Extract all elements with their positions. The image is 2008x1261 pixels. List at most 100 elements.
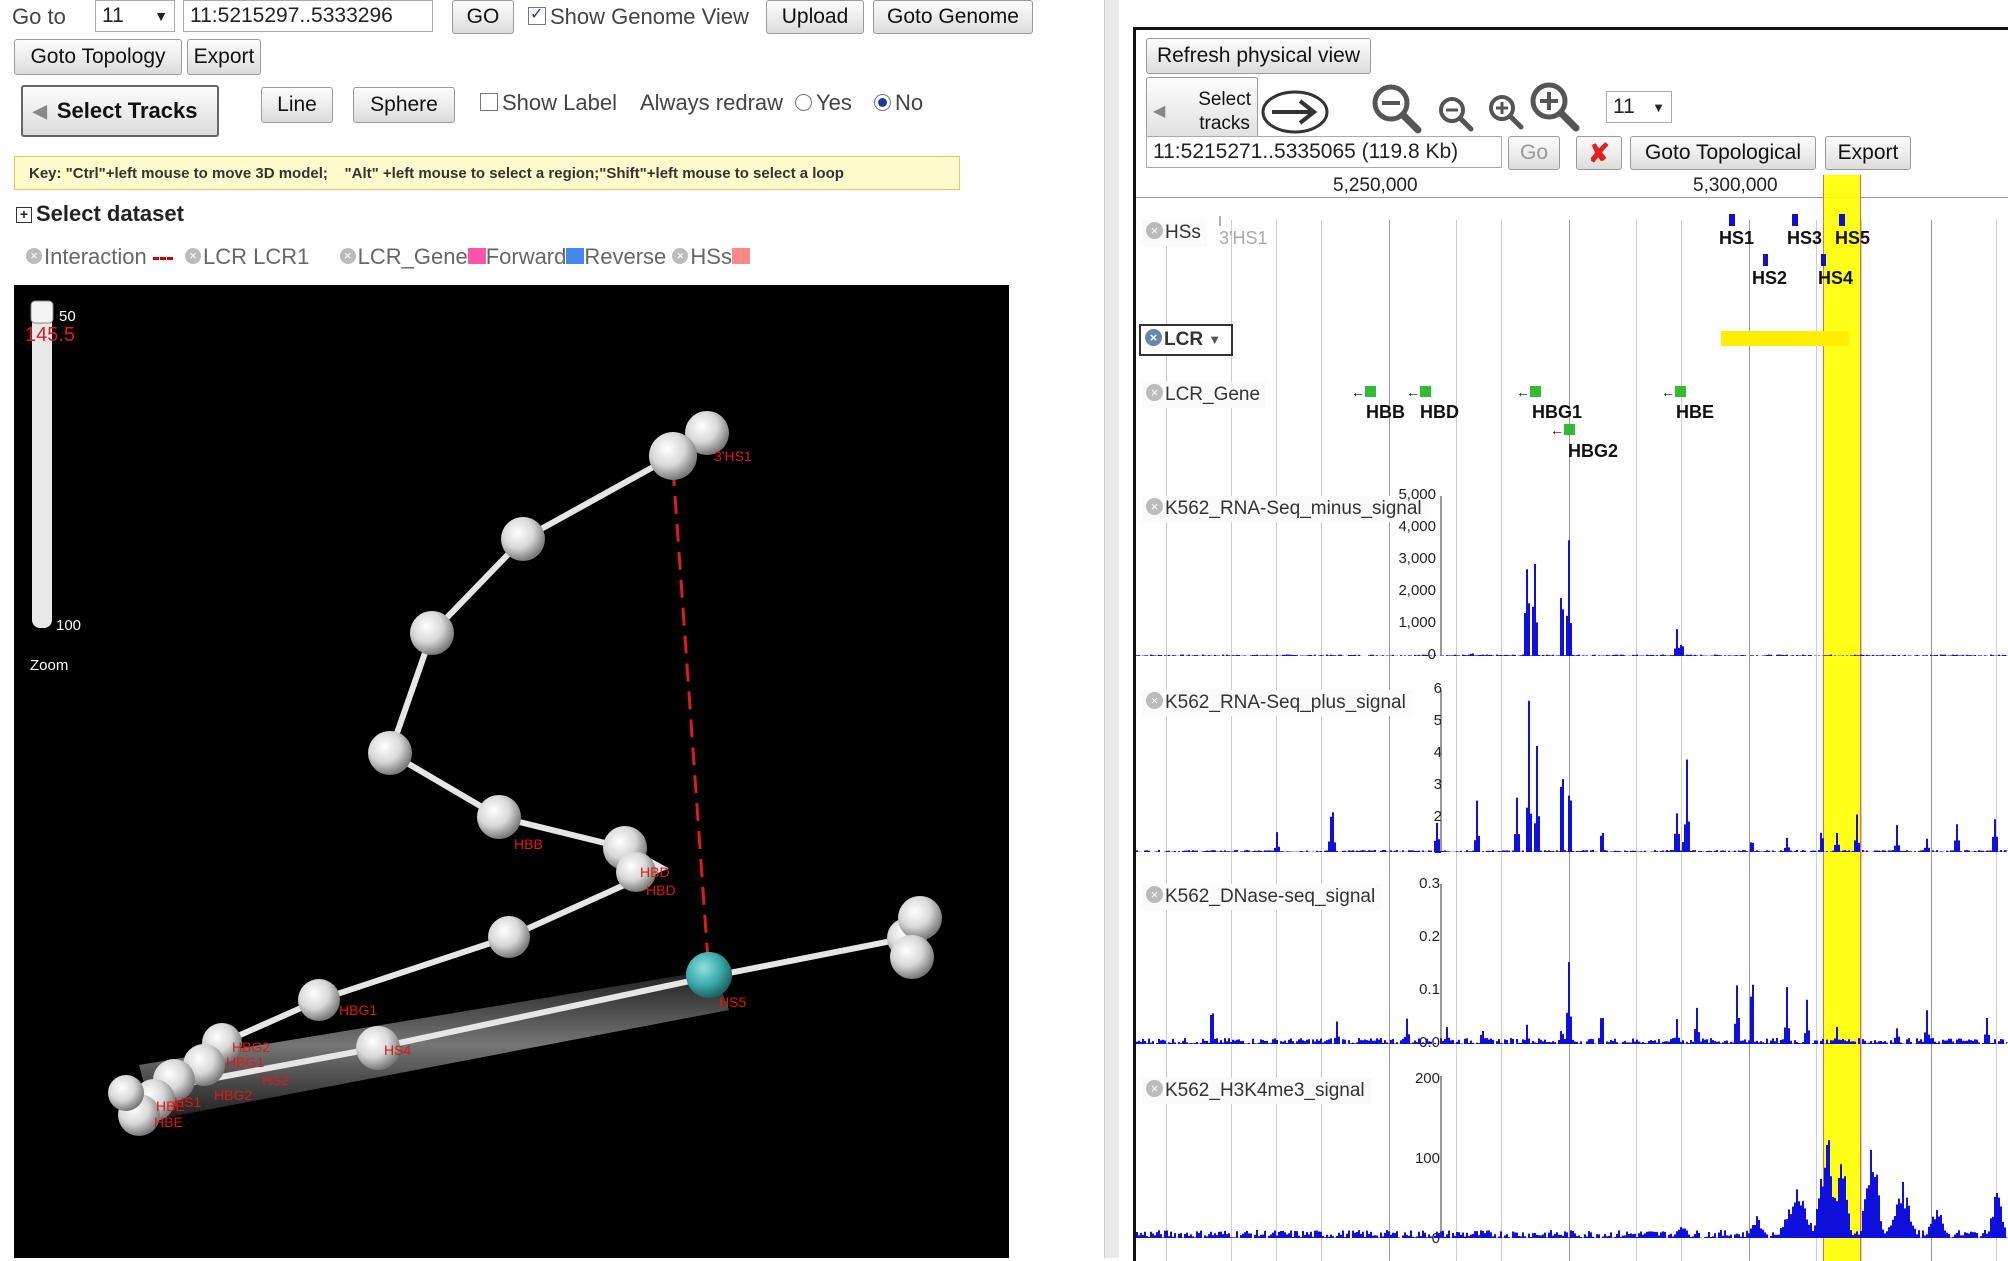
zoom-in-large-icon[interactable] xyxy=(1528,80,1582,134)
coord-input[interactable]: 11:5215297..5333296 xyxy=(183,0,433,32)
gene-label: HBD xyxy=(1420,402,1459,422)
key-hint: Key: "Ctrl"+left mouse to move 3D model;… xyxy=(14,156,960,190)
legend-hss-label: HSs xyxy=(690,244,732,269)
bead-label: HS5 xyxy=(719,994,746,1010)
genome-chrom-value: 11 xyxy=(1613,95,1635,118)
go-button[interactable]: GO xyxy=(452,0,514,34)
track-label-hss[interactable]: × HSs xyxy=(1142,220,1207,246)
goto-topology-button[interactable]: Goto Topology xyxy=(14,39,182,75)
bead-label: HBG1 xyxy=(339,1002,377,1018)
interaction-line xyxy=(671,467,711,976)
chevron-down-icon[interactable]: ▼ xyxy=(1208,332,1221,347)
track-label-rna-plus[interactable]: × K562_RNA-Seq_plus_signal xyxy=(1142,690,1412,716)
track-label-dnase[interactable]: × K562_DNase-seq_signal xyxy=(1142,884,1382,910)
refresh-physical-view-button[interactable]: Refresh physical view xyxy=(1146,38,1371,74)
zoom-label: Zoom xyxy=(30,657,68,674)
line-button[interactable]: Line xyxy=(261,87,333,123)
zoom-slider-track[interactable] xyxy=(32,305,52,628)
select-dataset-title: Select dataset xyxy=(36,201,184,226)
legend-lcr-gene-label: LCR_Gene xyxy=(357,244,468,269)
track-label-h3k4me3[interactable]: × K562_H3K4me3_signal xyxy=(1142,1078,1371,1104)
hss-swatch xyxy=(731,248,750,265)
clear-button[interactable]: ✘ xyxy=(1576,136,1622,170)
show-label-text: Show Label xyxy=(502,90,617,115)
remove-lcr-gene-icon[interactable]: × xyxy=(339,248,356,265)
remove-track-icon[interactable]: × xyxy=(1146,498,1163,516)
show-label-option[interactable]: Show Label xyxy=(480,90,617,116)
remove-track-icon[interactable]: × xyxy=(1146,1080,1163,1098)
dnase-signal-area xyxy=(1136,962,2008,1044)
model-3d[interactable]: 3'HS1 HBB HBD HBD HBG1 HBG2 HBG1 HBG2 HS… xyxy=(14,285,1009,1258)
redraw-no-radio[interactable] xyxy=(874,93,891,111)
show-genome-view-label: Show Genome View xyxy=(550,4,749,29)
expand-icon[interactable]: + xyxy=(16,207,32,223)
goto-topological-button[interactable]: Goto Topological xyxy=(1630,136,1816,170)
legend-forward-label: Forward xyxy=(485,244,567,269)
gene-feature: ← xyxy=(1550,422,1575,438)
gene-feature: ← xyxy=(1661,384,1686,400)
remove-lcr-icon[interactable]: × xyxy=(184,248,201,265)
bead-label: HS1 xyxy=(174,1094,201,1110)
hs-feature-mark xyxy=(1839,214,1845,226)
bead-label: HBD xyxy=(640,864,670,880)
genome-browser: Refresh physical view ◀ Select tracks 11 … xyxy=(1133,27,2008,1261)
hs-feature-label: HS2 xyxy=(1752,268,1788,288)
sphere-button[interactable]: Sphere xyxy=(353,87,455,123)
track-label-rna-minus[interactable]: × K562_RNA-Seq_minus_signal xyxy=(1142,496,1428,522)
zoom-slider-thumb[interactable] xyxy=(30,300,54,324)
export-button[interactable]: Export xyxy=(187,39,261,75)
select-tracks-label: Select Tracks xyxy=(56,98,198,123)
track-label-lcr-gene[interactable]: × LCR_Gene xyxy=(1142,382,1267,408)
remove-hss-icon[interactable]: × xyxy=(672,248,689,265)
remove-track-icon[interactable]: × xyxy=(1146,384,1163,402)
select-tracks-label: Select tracks xyxy=(1198,89,1251,134)
genome-coord-input[interactable]: 11:5215271..5335065 (119.8 Kb) xyxy=(1146,136,1502,168)
legend-interaction-label: Interaction xyxy=(44,244,147,269)
show-genome-view-checkbox[interactable]: ✓ xyxy=(528,6,546,26)
bead-label: HBB xyxy=(514,836,543,852)
redraw-yes-radio[interactable] xyxy=(795,93,812,111)
genome-go-button[interactable]: Go xyxy=(1508,136,1560,170)
goto-genome-button[interactable]: Goto Genome xyxy=(873,0,1033,34)
red-x-icon: ✘ xyxy=(1588,137,1610,168)
hs-feature-mark xyxy=(1821,254,1826,266)
rna-plus-signal-area xyxy=(1136,700,2008,852)
zoom-top-label: 50 xyxy=(59,308,76,325)
remove-interaction-icon[interactable]: × xyxy=(26,248,42,265)
hs-feature-mark xyxy=(1729,214,1735,226)
coordinate-ruler: 5,250,000 5,300,000 xyxy=(1136,175,2008,198)
caret-left-icon: ◀ xyxy=(1153,103,1166,120)
track-label-lcr[interactable]: × LCR ▼ xyxy=(1139,324,1234,356)
zoom-out-small-icon[interactable] xyxy=(1436,94,1476,134)
show-genome-view-option[interactable]: ✓ Show Genome View xyxy=(528,4,749,30)
goto-label: Go to xyxy=(12,4,66,29)
genome-export-button[interactable]: Export xyxy=(1825,136,1911,170)
redraw-yes-option[interactable]: Yes xyxy=(791,90,852,116)
select-tracks-button[interactable]: ◀ Select Tracks xyxy=(21,85,219,137)
hs-feature-mark xyxy=(1763,254,1768,266)
pane-scrollbar[interactable] xyxy=(1104,0,1119,1258)
check-icon: ✓ xyxy=(530,6,544,24)
upload-button[interactable]: Upload xyxy=(766,0,864,34)
viewer-3d[interactable]: 3'HS1 HBB HBD HBD HBG1 HBG2 HBG1 HBG2 HS… xyxy=(14,285,1009,1258)
genome-chrom-select[interactable]: 11 ▼ xyxy=(1606,91,1672,123)
select-dataset-header[interactable]: + Select dataset xyxy=(16,201,184,227)
remove-track-icon[interactable]: × xyxy=(1146,692,1163,710)
chrom-select[interactable]: 11 ▼ xyxy=(95,0,175,32)
h3k4me3-signal-area xyxy=(1136,1140,2008,1238)
remove-track-icon[interactable]: × xyxy=(1146,222,1163,240)
forward-swatch xyxy=(467,248,486,265)
show-label-checkbox[interactable] xyxy=(480,93,498,112)
navigate-arrow-icon[interactable] xyxy=(1260,88,1330,136)
remove-track-icon[interactable]: × xyxy=(1145,329,1162,347)
remove-track-icon[interactable]: × xyxy=(1146,886,1163,904)
gene-feature: ← xyxy=(1351,384,1376,400)
zoom-in-small-icon[interactable] xyxy=(1486,92,1526,132)
hs-feature-label: HS4 xyxy=(1818,268,1854,288)
signal-plots[interactable] xyxy=(1136,30,2008,1261)
redraw-no-option[interactable]: No xyxy=(870,90,923,116)
bead-label: HBG2 xyxy=(214,1087,252,1103)
zoom-out-large-icon[interactable] xyxy=(1370,82,1424,136)
chrom-value: 11 xyxy=(102,4,124,27)
bead-label: 3'HS1 xyxy=(714,448,752,464)
